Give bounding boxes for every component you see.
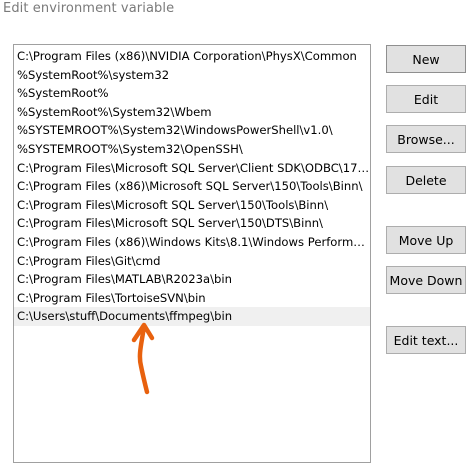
- browse-button[interactable]: Browse...: [386, 125, 466, 153]
- list-item[interactable]: C:\Program Files\TortoiseSVN\bin: [14, 289, 370, 308]
- move-up-button[interactable]: Move Up: [386, 226, 466, 254]
- delete-button[interactable]: Delete: [386, 166, 466, 194]
- list-item[interactable]: C:\Program Files\Microsoft SQL Server\15…: [14, 214, 370, 233]
- new-button[interactable]: New: [386, 45, 466, 73]
- window-title: Edit environment variable: [3, 1, 175, 16]
- list-item[interactable]: %SystemRoot%\System32\Wbem: [14, 103, 370, 122]
- list-item[interactable]: C:\Program Files (x86)\Windows Kits\8.1\…: [14, 233, 370, 252]
- list-item[interactable]: %SYSTEMROOT%\System32\OpenSSH\: [14, 140, 370, 159]
- list-item[interactable]: %SystemRoot%: [14, 84, 370, 103]
- list-item[interactable]: %SystemRoot%\system32: [14, 66, 370, 85]
- annotation-arrow-icon: [131, 322, 155, 395]
- list-item[interactable]: %SYSTEMROOT%\System32\WindowsPowerShell\…: [14, 121, 370, 140]
- list-item[interactable]: C:\Program Files\Microsoft SQL Server\15…: [14, 196, 370, 215]
- move-down-button[interactable]: Move Down: [386, 266, 466, 294]
- list-item[interactable]: C:\Program Files\MATLAB\R2023a\bin: [14, 270, 370, 289]
- list-item[interactable]: C:\Program Files\Git\cmd: [14, 252, 370, 271]
- edit-environment-variable-dialog: Edit environment variable C:\Program Fil…: [0, 0, 474, 466]
- list-item[interactable]: C:\Program Files (x86)\Microsoft SQL Ser…: [14, 177, 370, 196]
- edit-text-button[interactable]: Edit text...: [386, 326, 466, 354]
- path-list[interactable]: C:\Program Files (x86)\NVIDIA Corporatio…: [13, 44, 371, 463]
- list-item[interactable]: C:\Program Files (x86)\NVIDIA Corporatio…: [14, 47, 370, 66]
- list-item[interactable]: C:\Users\stuff\Documents\ffmpeg\bin: [14, 307, 370, 326]
- edit-button[interactable]: Edit: [386, 85, 466, 113]
- list-item[interactable]: C:\Program Files\Microsoft SQL Server\Cl…: [14, 159, 370, 178]
